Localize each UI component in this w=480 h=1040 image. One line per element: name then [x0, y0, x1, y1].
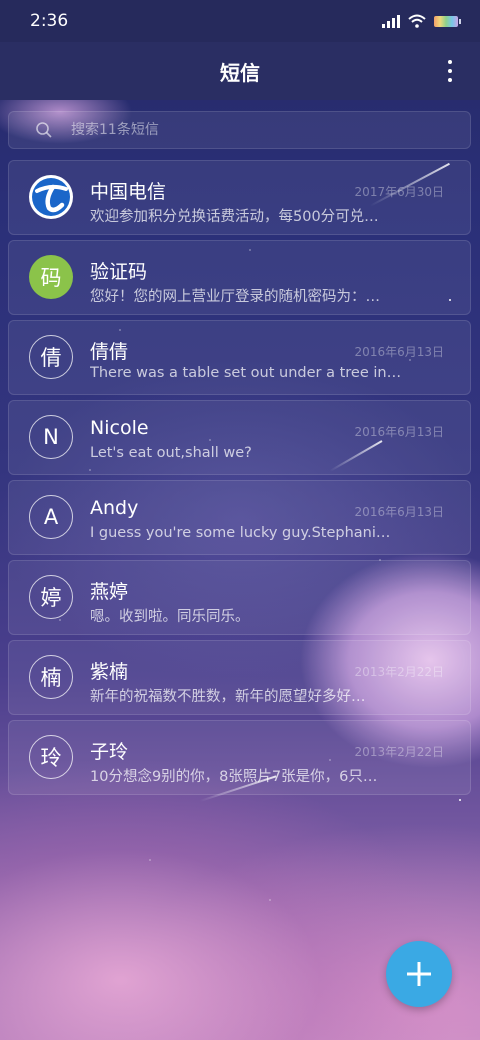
contact-name: 燕婷	[90, 581, 129, 603]
avatar: 码	[29, 255, 73, 299]
contact-name: 紫楠	[90, 661, 129, 683]
message-item[interactable]: 婷 燕婷 嗯。收到啦。同乐同乐。	[8, 560, 471, 635]
avatar: 倩	[29, 335, 73, 379]
message-date: 2017年6月30日	[354, 185, 444, 199]
avatar: 婷	[29, 575, 73, 619]
more-vertical-icon-dot	[448, 69, 452, 73]
contact-name: 中国电信	[90, 181, 167, 203]
search-icon	[36, 122, 52, 138]
message-date: 2016年6月13日	[354, 425, 444, 439]
message-preview: I guess you're some lucky guy.Stephani…	[90, 525, 391, 541]
contact-name: 子玲	[90, 741, 129, 763]
search-bar[interactable]	[8, 111, 471, 149]
message-item[interactable]: 楠 紫楠 2013年2月22日 新年的祝福数不胜数，新年的愿望好多好…	[8, 640, 471, 715]
message-preview: 新年的祝福数不胜数，新年的愿望好多好…	[90, 689, 366, 705]
message-preview: 您好！您的网上营业厅登录的随机密码为：…	[90, 289, 380, 305]
message-item[interactable]: A Andy 2016年6月13日 I guess you're some lu…	[8, 480, 471, 555]
message-date: 2013年2月22日	[354, 665, 444, 679]
contact-name: Nicole	[90, 417, 149, 439]
status-time: 2:36	[30, 11, 69, 31]
more-vertical-icon-dot	[448, 78, 452, 82]
message-date: 2016年6月13日	[354, 345, 444, 359]
status-bar: 2:36	[0, 0, 480, 42]
message-item[interactable]: 玲 子玲 2013年2月22日 10分想念9别的你，8张照片7张是你，6只…	[8, 720, 471, 795]
plus-icon	[407, 962, 431, 986]
message-item[interactable]: 码 验证码 您好！您的网上营业厅登录的随机密码为：…	[8, 240, 471, 315]
china-telecom-logo-icon	[32, 178, 70, 216]
app-header: 短信	[0, 42, 480, 100]
search-input[interactable]	[69, 121, 433, 139]
more-vertical-icon	[448, 60, 452, 64]
more-options-button[interactable]	[444, 58, 456, 84]
message-item[interactable]: 中国电信 2017年6月30日 欢迎参加积分兑换话费活动，每500分可兑…	[8, 160, 471, 235]
avatar: A	[29, 495, 73, 539]
message-preview: 10分想念9别的你，8张照片7张是你，6只…	[90, 769, 378, 785]
message-list: 中国电信 2017年6月30日 欢迎参加积分兑换话费活动，每500分可兑… 码 …	[8, 160, 471, 800]
message-preview: There was a table set out under a tree i…	[90, 365, 402, 381]
avatar: N	[29, 415, 73, 459]
avatar: 楠	[29, 655, 73, 699]
page-title: 短信	[220, 60, 260, 85]
contact-name: Andy	[90, 497, 139, 519]
contact-name: 验证码	[90, 261, 148, 283]
message-preview: 嗯。收到啦。同乐同乐。	[90, 609, 250, 625]
wifi-icon	[408, 14, 426, 28]
status-icons	[382, 14, 461, 28]
message-preview: 欢迎参加积分兑换话费活动，每500分可兑…	[90, 209, 379, 225]
contact-name: 倩倩	[90, 341, 129, 363]
message-date: 2016年6月13日	[354, 505, 444, 519]
signal-icon	[382, 14, 400, 28]
message-preview: Let's eat out,shall we?	[90, 445, 252, 461]
battery-icon	[434, 15, 461, 27]
message-date: 2013年2月22日	[354, 745, 444, 759]
avatar	[29, 175, 73, 219]
avatar: 玲	[29, 735, 73, 779]
message-item[interactable]: 倩 倩倩 2016年6月13日 There was a table set ou…	[8, 320, 471, 395]
new-message-button[interactable]	[386, 941, 452, 1007]
message-item[interactable]: N Nicole 2016年6月13日 Let's eat out,shall …	[8, 400, 471, 475]
